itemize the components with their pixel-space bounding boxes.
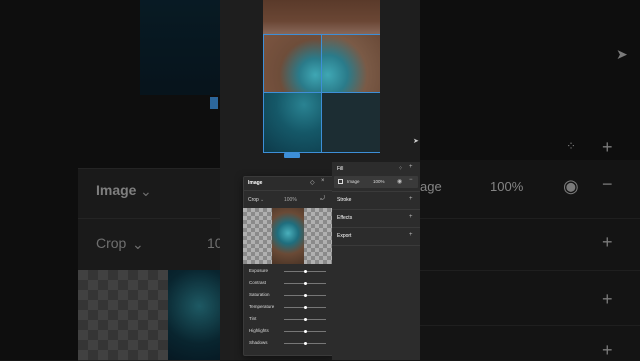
adjustment-slider-knob[interactable] <box>303 330 307 333</box>
rotate-icon[interactable]: ⤾ <box>320 196 325 203</box>
divider <box>332 245 420 246</box>
adjustment-label: Shadows <box>249 340 268 345</box>
mouse-cursor-icon: ➤ <box>413 138 419 145</box>
divider <box>332 191 420 192</box>
add-export-icon[interactable]: + <box>409 232 413 238</box>
image-mode-percent[interactable]: 100% <box>284 197 297 203</box>
add-effect-icon[interactable]: + <box>409 214 413 220</box>
adjustment-label: Temperature <box>249 304 275 309</box>
stroke-title: Stroke <box>337 197 352 203</box>
chevron-down-icon[interactable]: ⌄ <box>260 197 264 203</box>
adjustment-label: Highlights <box>249 328 269 333</box>
image-tile[interactable] <box>264 35 321 92</box>
image-panel-title: Image <box>248 180 263 186</box>
image-mode-select[interactable]: Crop <box>248 197 259 203</box>
image-tile-empty[interactable] <box>322 93 380 152</box>
image-top-strip <box>263 0 380 35</box>
export-title: Export <box>337 233 352 239</box>
divider <box>332 209 420 210</box>
adjustment-slider-knob[interactable] <box>303 342 307 345</box>
divider <box>243 190 332 191</box>
adjustment-slider-knob[interactable] <box>303 306 307 309</box>
adjustment-slider-knob[interactable] <box>303 270 307 273</box>
add-stroke-icon[interactable]: + <box>409 196 413 202</box>
remove-fill-icon[interactable]: − <box>409 177 413 183</box>
grid-icon[interactable]: ⁘ <box>398 165 403 172</box>
add-fill-icon[interactable]: + <box>409 164 413 170</box>
crop-grid-line <box>263 34 264 152</box>
fill-title: Fill <box>337 166 344 172</box>
crop-grid-line <box>321 34 322 152</box>
crop-grid-line <box>263 152 380 153</box>
close-icon[interactable]: × <box>321 178 325 184</box>
adjustment-label: Saturation <box>249 292 270 297</box>
image-fill-swatch[interactable] <box>338 179 343 184</box>
adjustment-label: Exposure <box>249 268 269 273</box>
selection-size-badge <box>284 153 300 158</box>
adjustment-label: Tint <box>249 316 257 321</box>
image-preview <box>272 208 304 264</box>
drop-icon[interactable]: ◇ <box>310 179 315 186</box>
image-tile[interactable] <box>322 35 380 92</box>
fill-type-label: Image <box>347 179 360 184</box>
adjustment-label: Contrast <box>249 280 267 285</box>
adjustment-slider-knob[interactable] <box>303 282 307 285</box>
adjustment-slider-knob[interactable] <box>303 318 307 321</box>
adjustment-slider-knob[interactable] <box>303 294 307 297</box>
eye-icon[interactable]: ◉ <box>397 178 402 185</box>
effects-title: Effects <box>337 215 353 221</box>
image-tile[interactable] <box>264 93 321 152</box>
divider <box>332 227 420 228</box>
crop-grid-line <box>263 92 380 93</box>
fill-opacity[interactable]: 100% <box>373 179 385 184</box>
